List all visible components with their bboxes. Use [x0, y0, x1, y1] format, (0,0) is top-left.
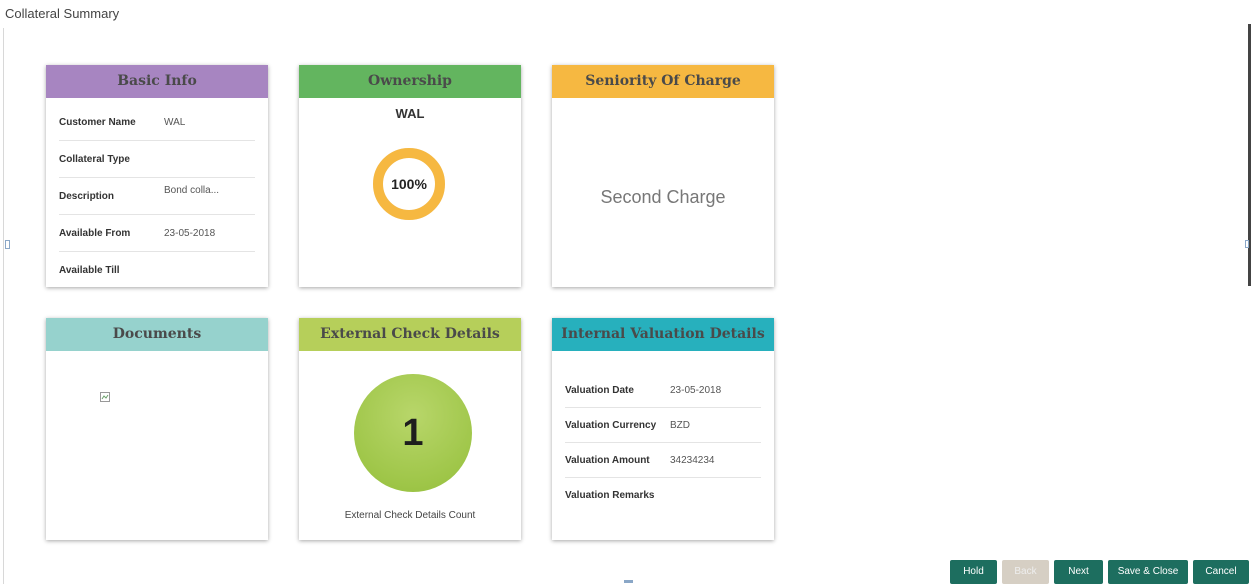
valuation-row: Valuation Date 23-05-2018 — [565, 373, 761, 408]
valuation-row: Valuation Amount 34234234 — [565, 443, 761, 478]
documents-card: Documents — [46, 318, 268, 540]
internal-valuation-header: Internal Valuation Details — [552, 318, 774, 351]
documents-header: Documents — [46, 318, 268, 351]
valuation-amount-label: Valuation Amount — [565, 454, 650, 466]
right-resize-handle[interactable] — [1245, 240, 1249, 248]
cancel-button[interactable]: Cancel — [1193, 560, 1249, 584]
seniority-header: Seniority Of Charge — [552, 65, 774, 98]
valuation-row: Valuation Currency BZD — [565, 408, 761, 443]
basic-info-card: Basic Info Customer Name WAL Collateral … — [46, 65, 268, 287]
save-close-button[interactable]: Save & Close — [1108, 560, 1188, 584]
basic-info-list: Customer Name WAL Collateral Type Descri… — [59, 104, 255, 288]
ownership-card: Ownership WAL 100% — [299, 65, 521, 287]
ownership-header: Ownership — [299, 65, 521, 98]
basic-info-row: Collateral Type — [59, 141, 255, 178]
page-title: Collateral Summary — [5, 6, 120, 21]
ownership-percent: 100% — [391, 176, 427, 192]
left-resize-handle[interactable] — [5, 240, 10, 249]
valuation-date-value: 23-05-2018 — [670, 384, 722, 396]
internal-valuation-list: Valuation Date 23-05-2018 Valuation Curr… — [565, 373, 761, 512]
customer-name-value: WAL — [164, 116, 186, 128]
valuation-remarks-label: Valuation Remarks — [565, 489, 655, 501]
back-button[interactable]: Back — [1002, 560, 1049, 584]
basic-info-header: Basic Info — [46, 65, 268, 98]
basic-info-row: Description Bond colla... — [59, 178, 255, 215]
seniority-card: Seniority Of Charge Second Charge — [552, 65, 774, 287]
seniority-value: Second Charge — [600, 187, 726, 207]
external-check-card: External Check Details 1 External Check … — [299, 318, 521, 540]
broken-image-icon — [100, 392, 110, 402]
valuation-row: Valuation Remarks — [565, 478, 761, 512]
basic-info-row: Available From 23-05-2018 — [59, 215, 255, 252]
collateral-type-label: Collateral Type — [59, 153, 130, 165]
left-divider — [3, 28, 4, 584]
external-check-header: External Check Details — [299, 318, 521, 351]
description-value: Bond colla... — [164, 184, 220, 196]
customer-name-label: Customer Name — [59, 116, 136, 128]
basic-info-row: Available Till — [59, 252, 255, 288]
valuation-currency-value: BZD — [670, 419, 690, 431]
basic-info-row: Customer Name WAL — [59, 104, 255, 141]
available-from-label: Available From — [59, 227, 131, 239]
available-from-value: 23-05-2018 — [164, 227, 216, 239]
internal-valuation-card: Internal Valuation Details Valuation Dat… — [552, 318, 774, 540]
hold-button[interactable]: Hold — [950, 560, 997, 584]
description-label: Description — [59, 190, 115, 202]
bottom-resize-handle[interactable] — [624, 580, 633, 583]
valuation-currency-label: Valuation Currency — [565, 419, 657, 431]
valuation-amount-value: 34234234 — [670, 454, 715, 466]
external-check-count-label: External Check Details Count — [344, 510, 476, 521]
external-check-count: 1 — [354, 374, 472, 492]
next-button[interactable]: Next — [1054, 560, 1103, 584]
owner-name: WAL — [395, 106, 425, 121]
available-till-label: Available Till — [59, 264, 120, 276]
valuation-date-label: Valuation Date — [565, 384, 634, 396]
